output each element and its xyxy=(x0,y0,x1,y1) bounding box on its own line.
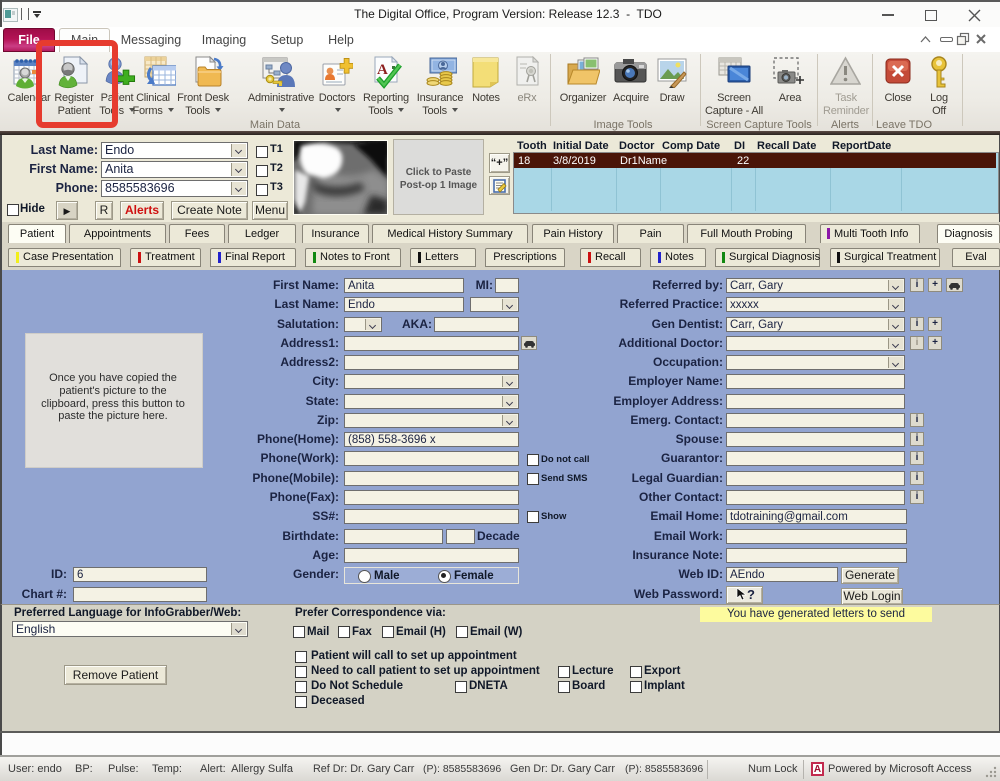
svg-text:A: A xyxy=(377,62,388,78)
svg-text:?: ? xyxy=(747,587,755,602)
